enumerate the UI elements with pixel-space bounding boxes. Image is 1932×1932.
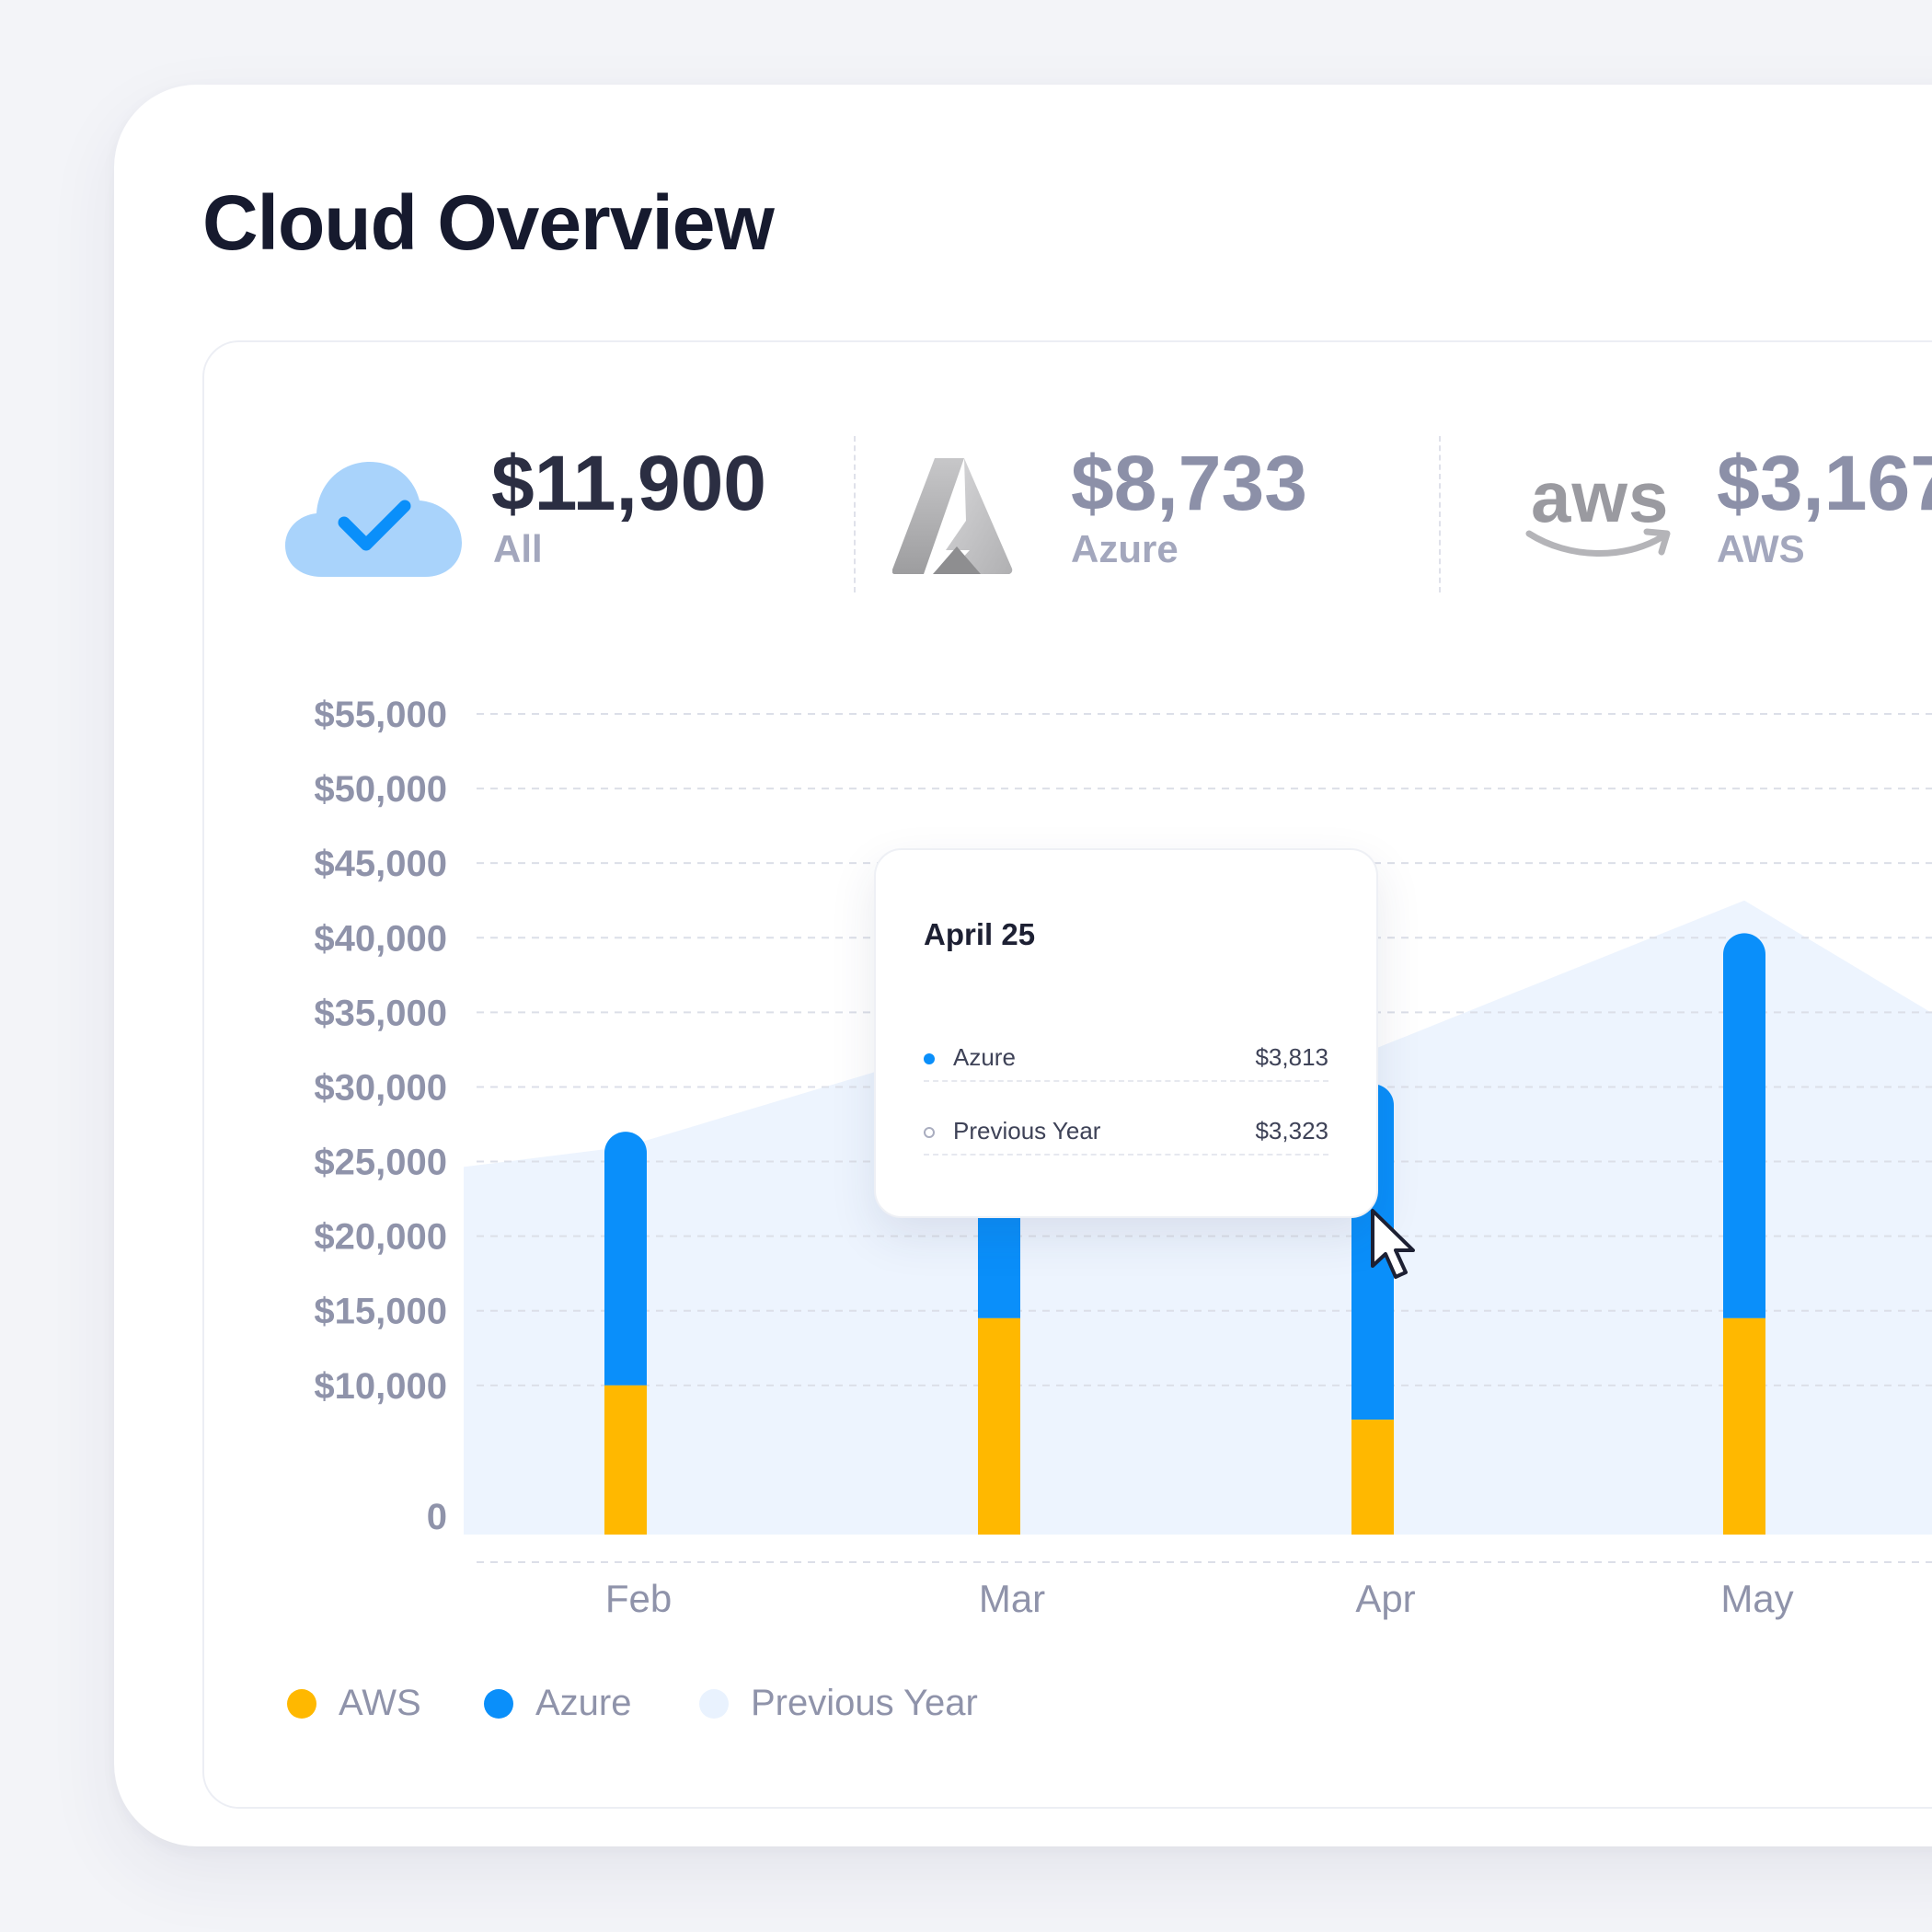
legend-dot-previous-year bbox=[699, 1689, 729, 1719]
legend-label: Previous Year bbox=[751, 1683, 978, 1723]
legend-dot-azure bbox=[484, 1689, 513, 1719]
bar-aws bbox=[604, 1385, 647, 1535]
y-tick-label: $10,000 bbox=[314, 1366, 447, 1407]
x-tick-label: Apr bbox=[1355, 1577, 1415, 1620]
bar-aws bbox=[1351, 1420, 1394, 1535]
legend-item-azure[interactable]: Azure bbox=[484, 1676, 668, 1728]
y-tick-label: $20,000 bbox=[314, 1217, 447, 1258]
page: Cloud Overview $11,900 All $8,733 Azure … bbox=[0, 0, 1932, 1932]
bar-azure bbox=[1723, 933, 1765, 1318]
y-tick-label: $15,000 bbox=[314, 1292, 447, 1332]
y-tick-label: $25,000 bbox=[314, 1143, 447, 1183]
tooltip-row-azure: Azure $3,813 bbox=[924, 1040, 1328, 1082]
y-tick-label: 0 bbox=[427, 1497, 447, 1537]
x-tick-label: Mar bbox=[979, 1577, 1045, 1620]
tooltip-row-value: $3,813 bbox=[1255, 1043, 1328, 1071]
legend-label: AWS bbox=[339, 1683, 421, 1723]
legend-dot-aws bbox=[287, 1689, 316, 1719]
tooltip-row-label: Azure bbox=[953, 1043, 1016, 1071]
bar-aws bbox=[1723, 1317, 1765, 1535]
y-tick-label: $30,000 bbox=[314, 1067, 447, 1108]
y-tick-label: $50,000 bbox=[314, 769, 447, 810]
legend-label: Azure bbox=[535, 1683, 632, 1723]
tooltip-row-value: $3,323 bbox=[1255, 1117, 1328, 1144]
x-tick-label: Feb bbox=[605, 1577, 672, 1620]
y-tick-label: $45,000 bbox=[314, 844, 447, 884]
tooltip-previous-year-dot bbox=[924, 1127, 935, 1138]
legend-item-aws[interactable]: AWS bbox=[287, 1676, 443, 1728]
mouse-cursor-icon bbox=[1371, 1209, 1415, 1279]
bar-aws bbox=[978, 1317, 1020, 1535]
x-tick-label: May bbox=[1720, 1577, 1793, 1620]
y-tick-label: $55,000 bbox=[314, 695, 447, 735]
tooltip-azure-dot bbox=[924, 1053, 935, 1064]
tooltip-row-label: Previous Year bbox=[953, 1117, 1101, 1144]
y-tick-label: $35,000 bbox=[314, 993, 447, 1033]
tooltip-title: April 25 bbox=[924, 917, 1036, 951]
tooltip-row-previous-year: Previous Year $3,323 bbox=[924, 1113, 1328, 1156]
chart-tooltip: April 25 Azure $3,813 Previous Year $3,3… bbox=[874, 848, 1378, 1218]
y-tick-label: $40,000 bbox=[314, 918, 447, 959]
legend-item-previous-year[interactable]: Previous Year bbox=[699, 1676, 1012, 1728]
bar-azure bbox=[604, 1132, 647, 1386]
